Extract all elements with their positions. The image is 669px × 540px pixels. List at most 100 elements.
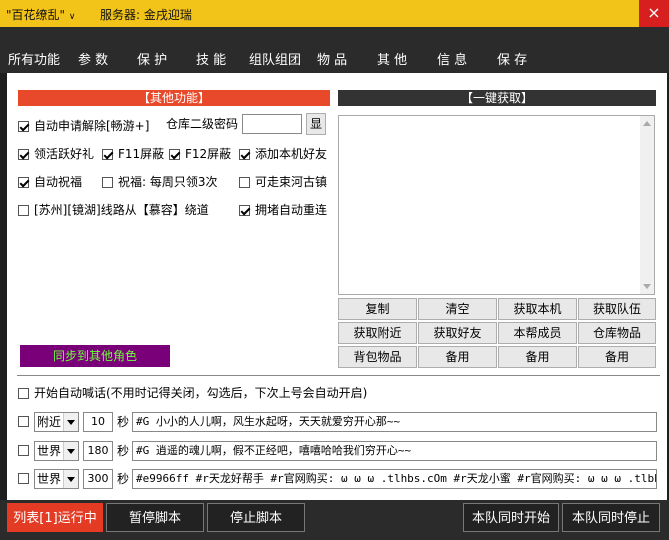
guild-members-button[interactable]: 本帮成员 bbox=[498, 322, 577, 344]
shout-row-1-message[interactable]: #G 小小的人儿啊，风生水起呀，天天就爱穷开心那~~ bbox=[132, 412, 657, 432]
tab-items[interactable]: 物 品 bbox=[317, 49, 347, 69]
get-team-button[interactable]: 获取队伍 bbox=[578, 298, 656, 320]
shout-row-3-channel[interactable]: 世界 bbox=[34, 469, 79, 489]
running-status-button[interactable]: 列表[1]运行中 bbox=[7, 503, 103, 532]
tab-protection[interactable]: 保 护 bbox=[137, 49, 167, 69]
bless-weekly-checkbox[interactable] bbox=[102, 177, 113, 188]
tab-all-functions[interactable]: 所有功能 bbox=[8, 49, 60, 69]
auto-bless-checkbox[interactable] bbox=[18, 177, 29, 188]
auto-shout-checkbox[interactable] bbox=[18, 388, 29, 399]
one-click-header: 【一键获取】 bbox=[338, 90, 656, 106]
warehouse-items-button[interactable]: 仓库物品 bbox=[578, 322, 656, 344]
scroll-down-icon[interactable] bbox=[643, 284, 651, 289]
seconds-label: 秒 bbox=[117, 472, 130, 486]
add-friend-label: 添加本机好友 bbox=[255, 147, 328, 161]
shout-row-3-interval[interactable]: 300 bbox=[83, 469, 113, 489]
auto-reconnect-checkbox[interactable] bbox=[239, 205, 250, 216]
tab-skills[interactable]: 技 能 bbox=[196, 49, 226, 69]
auto-unban-checkbox[interactable] bbox=[18, 121, 29, 132]
divider bbox=[17, 375, 660, 376]
dong-he-checkbox[interactable] bbox=[239, 177, 250, 188]
auto-bless-label: 自动祝福 bbox=[34, 175, 83, 189]
auto-unban-label: 自动申请解除[畅游+] bbox=[34, 119, 150, 133]
auto-shout-option[interactable]: 开始自动喊话(不用时记得关闭，勾选后，下次上号会自动开启) bbox=[18, 384, 367, 402]
tab-team[interactable]: 组队组团 bbox=[249, 49, 301, 69]
channel-value: 世界 bbox=[37, 444, 62, 458]
sync-to-other-button[interactable]: 同步到其他角色 bbox=[20, 345, 170, 367]
other-functions-header: 【其他功能】 bbox=[18, 90, 330, 106]
tab-parameters[interactable]: 参 数 bbox=[78, 49, 108, 69]
claim-active-option[interactable]: 领活跃好礼 bbox=[18, 145, 94, 163]
auto-unban-option[interactable]: 自动申请解除[畅游+] bbox=[18, 117, 149, 135]
shout-row-3-message[interactable]: #e9966ff #r天龙好帮手 #r官网购买: ω ω ω .tlhbs.cO… bbox=[132, 469, 657, 489]
add-friend-option[interactable]: 添加本机好友 bbox=[239, 145, 327, 163]
chevron-down-icon[interactable] bbox=[63, 442, 78, 460]
scroll-up-icon[interactable] bbox=[643, 121, 651, 126]
title-bar: "百花缭乱" ∨ 服务器: 金戌迎瑞 bbox=[0, 0, 669, 27]
chevron-down-icon[interactable]: ∨ bbox=[69, 12, 76, 22]
warehouse-password-input[interactable] bbox=[242, 114, 302, 134]
f11-checkbox[interactable] bbox=[102, 149, 113, 160]
chevron-down-icon[interactable] bbox=[63, 413, 78, 431]
show-password-button[interactable]: 显 bbox=[306, 113, 326, 135]
bottom-bar: 列表[1]运行中 暂停脚本 停止脚本 本队同时开始 本队同时停止 bbox=[0, 500, 669, 540]
tab-bar: 所有功能 参 数 保 护 技 能 组队组团 物 品 其 他 信 息 保 存 bbox=[0, 27, 669, 76]
stop-script-button[interactable]: 停止脚本 bbox=[207, 503, 305, 532]
route-label: [苏州][镜湖]线路从【慕容】绕道 bbox=[34, 203, 209, 217]
pause-script-button[interactable]: 暂停脚本 bbox=[106, 503, 204, 532]
claim-active-label: 领活跃好礼 bbox=[34, 147, 95, 161]
seconds-label: 秒 bbox=[117, 415, 130, 429]
shout-row-2-interval[interactable]: 180 bbox=[83, 441, 113, 461]
auto-bless-option[interactable]: 自动祝福 bbox=[18, 173, 82, 191]
shout-row-2-channel[interactable]: 世界 bbox=[34, 441, 79, 461]
get-friends-button[interactable]: 获取好友 bbox=[418, 322, 497, 344]
chevron-down-icon[interactable] bbox=[63, 470, 78, 488]
f12-checkbox[interactable] bbox=[169, 149, 180, 160]
dong-he-option[interactable]: 可走束河古镇 bbox=[239, 173, 327, 191]
spare-button-2[interactable]: 备用 bbox=[498, 346, 577, 368]
tab-other[interactable]: 其 他 bbox=[362, 49, 422, 76]
close-button[interactable]: × bbox=[639, 0, 669, 27]
f11-label: F11屏蔽 bbox=[118, 147, 165, 161]
shout-row-2-message[interactable]: #G 逍遥的魂儿啊，假不正经吧，嘻嘻哈哈我们穷开心~~ bbox=[132, 441, 657, 461]
scrollbar[interactable] bbox=[640, 116, 654, 294]
shout-row-1-interval[interactable]: 10 bbox=[83, 412, 113, 432]
seconds-label: 秒 bbox=[117, 444, 130, 458]
team-start-button[interactable]: 本队同时开始 bbox=[463, 503, 559, 532]
bag-items-button[interactable]: 背包物品 bbox=[338, 346, 417, 368]
main-panel: 【其他功能】 【一键获取】 自动申请解除[畅游+] 仓库二级密码 显 领活跃好礼… bbox=[7, 73, 667, 500]
bless-weekly-option[interactable]: 祝福: 每周只领3次 bbox=[102, 173, 218, 191]
bless-weekly-label: 祝福: 每周只领3次 bbox=[118, 175, 218, 189]
shout-row-3-checkbox[interactable] bbox=[18, 473, 29, 484]
get-local-button[interactable]: 获取本机 bbox=[498, 298, 577, 320]
copy-button[interactable]: 复制 bbox=[338, 298, 417, 320]
warehouse-password-label: 仓库二级密码 bbox=[166, 117, 239, 131]
character-name: "百花缭乱" ∨ bbox=[6, 8, 76, 22]
close-icon: × bbox=[647, 3, 661, 22]
shout-row-1-channel[interactable]: 附近 bbox=[34, 412, 79, 432]
get-nearby-button[interactable]: 获取附近 bbox=[338, 322, 417, 344]
team-stop-button[interactable]: 本队同时停止 bbox=[562, 503, 660, 532]
auto-shout-label: 开始自动喊话(不用时记得关闭，勾选后，下次上号会自动开启) bbox=[34, 386, 368, 400]
f12-option[interactable]: F12屏蔽 bbox=[169, 145, 231, 163]
fetch-result-textarea[interactable] bbox=[338, 115, 655, 295]
claim-active-checkbox[interactable] bbox=[18, 149, 29, 160]
auto-reconnect-label: 拥堵自动重连 bbox=[255, 203, 328, 217]
server-info: 服务器: 金戌迎瑞 bbox=[100, 8, 192, 22]
auto-reconnect-option[interactable]: 拥堵自动重连 bbox=[239, 201, 327, 219]
spare-button-3[interactable]: 备用 bbox=[578, 346, 656, 368]
tab-save[interactable]: 保 存 bbox=[497, 49, 527, 69]
f11-option[interactable]: F11屏蔽 bbox=[102, 145, 164, 163]
shout-row-1-checkbox[interactable] bbox=[18, 416, 29, 427]
spare-button-1[interactable]: 备用 bbox=[418, 346, 497, 368]
add-friend-checkbox[interactable] bbox=[239, 149, 250, 160]
route-checkbox[interactable] bbox=[18, 205, 29, 216]
clear-button[interactable]: 清空 bbox=[418, 298, 497, 320]
tab-info[interactable]: 信 息 bbox=[437, 49, 467, 69]
channel-value: 附近 bbox=[37, 415, 62, 429]
route-option[interactable]: [苏州][镜湖]线路从【慕容】绕道 bbox=[18, 201, 209, 219]
channel-value: 世界 bbox=[37, 472, 62, 486]
shout-row-2-checkbox[interactable] bbox=[18, 445, 29, 456]
dong-he-label: 可走束河古镇 bbox=[255, 175, 328, 189]
f12-label: F12屏蔽 bbox=[185, 147, 232, 161]
